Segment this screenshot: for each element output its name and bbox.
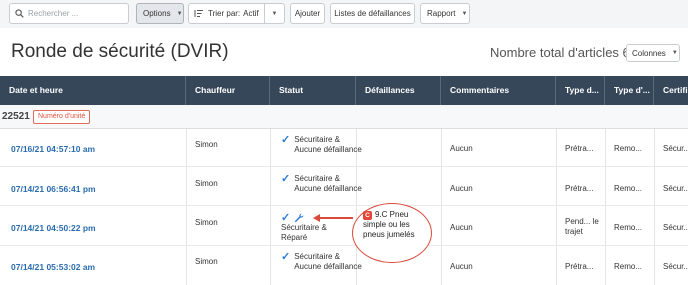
row-date-link[interactable]: 07/14/21 06:56:41 pm xyxy=(11,184,96,194)
sort-value: Actif xyxy=(243,9,259,18)
row-status-text: Sécuritaire & Réparé xyxy=(281,223,327,242)
column-header-defects[interactable]: Défaillances xyxy=(356,76,441,105)
caret-down-icon: ▼ xyxy=(671,50,678,56)
column-header-type2[interactable]: Type d'... xyxy=(605,76,654,105)
wrench-icon xyxy=(295,213,304,222)
row-comment: Aucun xyxy=(450,223,473,232)
row-status-text: Sécuritaire & Aucune défaillance xyxy=(294,252,362,271)
row-driver: Simon xyxy=(195,179,218,188)
column-header-status[interactable]: Statut xyxy=(270,76,356,105)
columns-button[interactable]: Colonnes ▼ xyxy=(626,44,680,62)
check-icon: ✓ xyxy=(281,173,291,185)
row-comment: Aucun xyxy=(450,262,473,271)
group-row: 22521 Numéro d'unité xyxy=(0,105,688,129)
sort-label: Trier par: xyxy=(208,9,241,18)
row-status-text: Sécuritaire & Aucune défaillance xyxy=(294,174,362,193)
caret-down-icon: ▼ xyxy=(176,10,183,17)
check-icon: ✓ xyxy=(281,211,291,224)
annotation-arrow xyxy=(319,217,353,219)
table-row[interactable]: 07/16/21 04:57:10 am Simon ✓ Sécuritaire… xyxy=(0,129,688,167)
row-type2: Remo... xyxy=(614,262,643,271)
row-driver: Simon xyxy=(195,257,218,266)
row-status: ✓ Sécuritaire & Aucune défaillance xyxy=(281,252,364,272)
search-input[interactable] xyxy=(28,9,123,18)
annotation-arrowhead xyxy=(313,214,320,222)
options-label: Options xyxy=(143,9,171,18)
row-status: ✓ Sécuritaire & Aucune défaillance xyxy=(281,174,364,194)
row-comment: Aucun xyxy=(450,144,473,153)
row-driver: Simon xyxy=(195,140,218,149)
search-icon xyxy=(15,9,24,18)
sort-button[interactable]: Trier par: Actif xyxy=(188,3,265,24)
table-row[interactable]: 07/14/21 05:53:02 am Simon ✓ Sécuritaire… xyxy=(0,246,688,285)
row-type2: Remo... xyxy=(614,223,643,232)
columns-label: Colonnes xyxy=(632,48,666,58)
row-certified: Sécur... xyxy=(663,144,688,153)
row-comment: Aucun xyxy=(450,184,473,193)
report-label: Rapport xyxy=(427,9,456,18)
column-header-driver[interactable]: Chauffeur xyxy=(186,76,270,105)
table-row[interactable]: 07/14/21 04:50:22 pm Simon ✓ Sécuritaire… xyxy=(0,206,688,246)
row-type1: Pend... le trajet xyxy=(565,217,599,236)
row-certified: Sécur... xyxy=(663,262,688,271)
sort-dropdown-button[interactable]: ▼ xyxy=(265,3,285,24)
row-status-text: Sécuritaire & Aucune défaillance xyxy=(294,135,362,154)
caret-down-icon: ▼ xyxy=(271,10,278,17)
sort-icon xyxy=(194,10,203,17)
search-box[interactable] xyxy=(9,3,129,24)
row-date-link[interactable]: 07/14/21 05:53:02 am xyxy=(11,262,95,272)
row-date-link[interactable]: 07/14/21 04:50:22 pm xyxy=(11,223,96,233)
row-type1: Prétra... xyxy=(565,262,594,271)
row-status: ✓ Sécuritaire & Aucune défaillance xyxy=(281,135,364,155)
total-label: Nombre total d'articles xyxy=(490,45,619,60)
unit-number: 22521 xyxy=(2,111,30,122)
table-row[interactable]: 07/14/21 06:56:41 pm Simon ✓ Sécuritaire… xyxy=(0,167,688,206)
defect-category-badge: C xyxy=(363,211,372,220)
row-type1: Prétra... xyxy=(565,144,594,153)
annotation-text-block: C 9.C Pneu simple ou les pneus jumelés xyxy=(363,210,429,240)
row-certified: Sécur... xyxy=(663,184,688,193)
column-header-certified[interactable]: Certifi... xyxy=(654,76,688,105)
report-button[interactable]: Rapport ▼ xyxy=(420,3,470,24)
page-title: Ronde de sécurité (DVIR) xyxy=(11,41,229,62)
check-icon: ✓ xyxy=(281,134,291,146)
column-header-comments[interactable]: Commentaires xyxy=(441,76,556,105)
row-driver: Simon xyxy=(195,218,218,227)
row-date-link[interactable]: 07/16/21 04:57:10 am xyxy=(11,144,95,154)
column-header-type1[interactable]: Type d... xyxy=(556,76,605,105)
row-type2: Remo... xyxy=(614,184,643,193)
row-type1: Prétra... xyxy=(565,184,594,193)
table-header: Date et heure Chauffeur Statut Défaillan… xyxy=(0,76,688,105)
row-certified: Sécur... xyxy=(663,223,688,232)
defect-lists-button[interactable]: Listes de défaillances xyxy=(330,3,415,24)
check-icon: ✓ xyxy=(281,251,291,263)
row-type2: Remo... xyxy=(614,144,643,153)
total-count: Nombre total d'articles 6 xyxy=(490,45,630,60)
add-button[interactable]: Ajouter xyxy=(290,3,325,24)
toolbar: Options ▼ Trier par: Actif ▼ Ajouter Lis… xyxy=(0,0,688,28)
unit-number-badge: Numéro d'unité xyxy=(33,110,91,124)
caret-down-icon: ▼ xyxy=(461,10,468,17)
options-button[interactable]: Options ▼ xyxy=(136,3,184,24)
column-header-date[interactable]: Date et heure xyxy=(0,76,186,105)
